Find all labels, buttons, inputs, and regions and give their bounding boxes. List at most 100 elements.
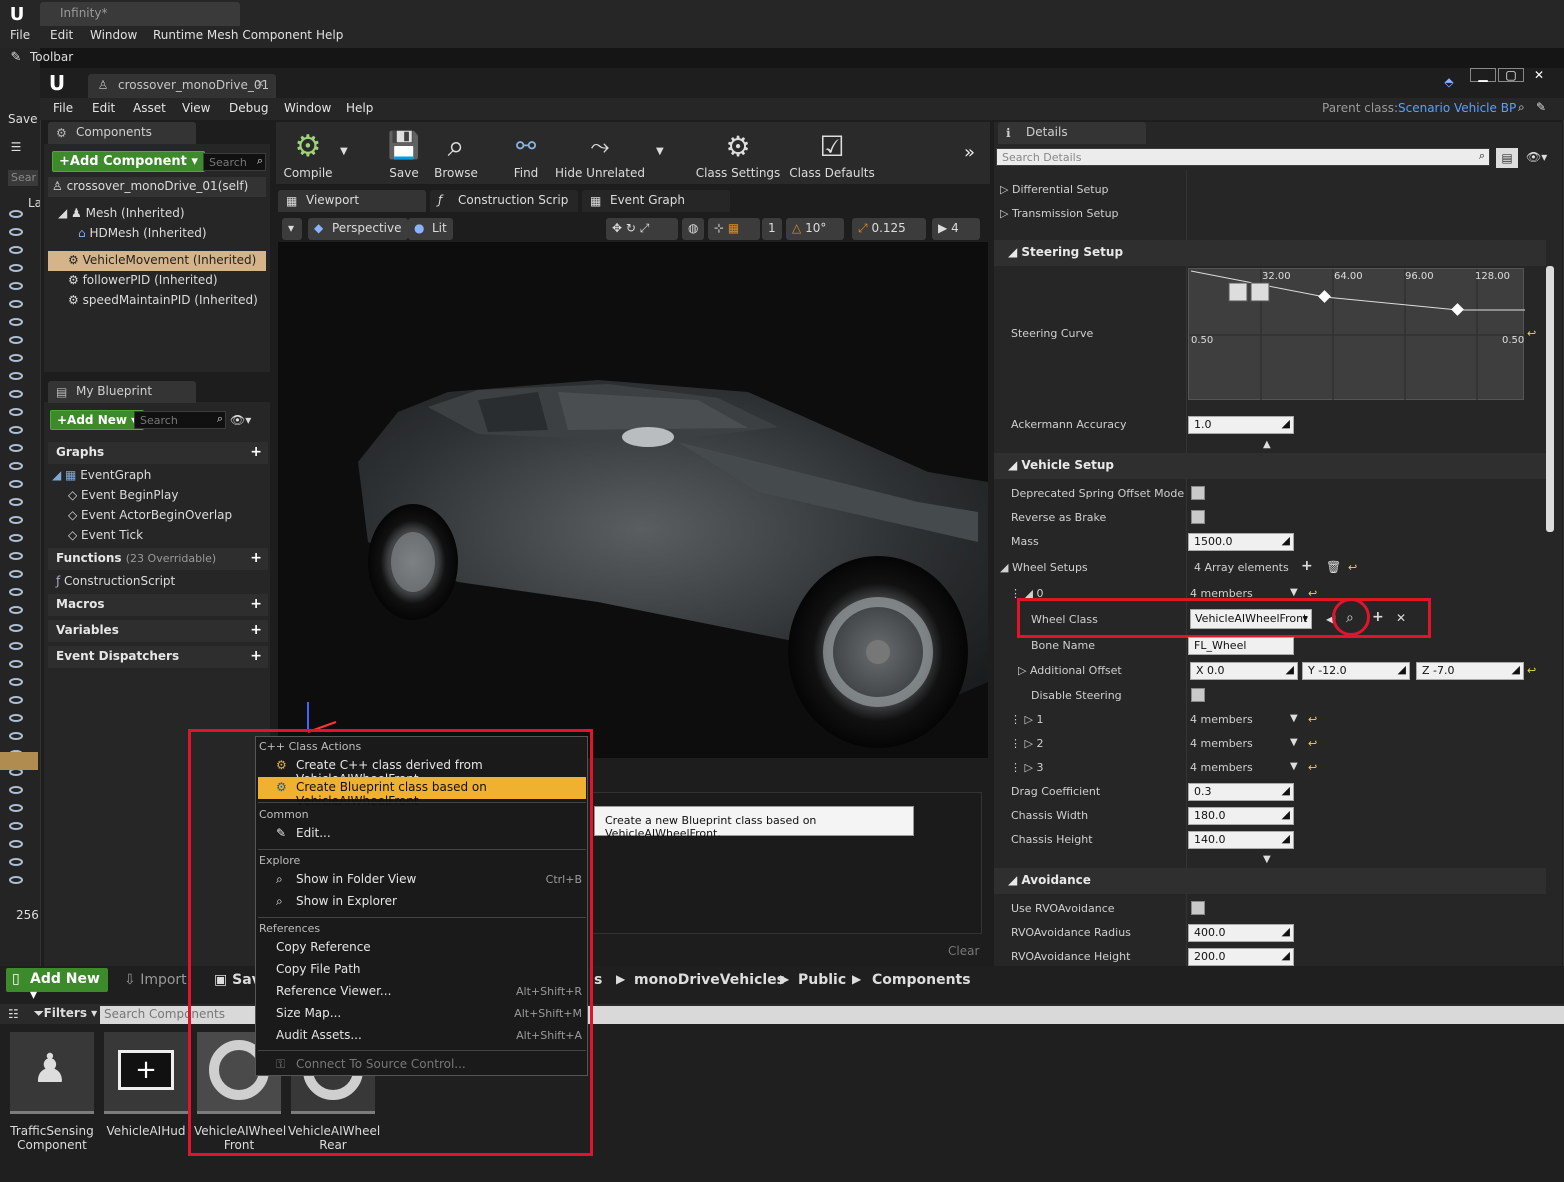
event-beginplay-item[interactable]: ◇ Event BeginPlay bbox=[68, 488, 178, 502]
component-self[interactable]: ♙ crossover_monoDrive_01(self) bbox=[52, 179, 248, 193]
collapse-up-icon[interactable]: ▲ bbox=[1263, 439, 1271, 450]
deprecated-spring-checkbox[interactable] bbox=[1191, 486, 1205, 500]
toolbar-overflow-icon[interactable]: » bbox=[964, 142, 975, 163]
parent-class-link[interactable]: Scenario Vehicle BP bbox=[1398, 101, 1516, 115]
reset-to-default-icon[interactable]: ↩ bbox=[1348, 561, 1357, 574]
add-variable-icon[interactable]: + bbox=[250, 622, 262, 638]
add-component-button[interactable]: +Add Component ▾ bbox=[52, 151, 205, 172]
component-hdmesh[interactable]: ⌂ HDMesh (Inherited) bbox=[78, 226, 207, 240]
outer-save-label[interactable]: Save bbox=[8, 112, 37, 126]
eye-dropdown-icon[interactable]: 👁▾ bbox=[230, 413, 251, 427]
rvo-height-input[interactable]: 200.0 ◢ bbox=[1188, 948, 1294, 966]
visibility-eye-icon[interactable] bbox=[9, 876, 23, 884]
transform-tools[interactable]: ✥ ↻ ⤢ bbox=[606, 218, 678, 240]
bp-menu-asset[interactable]: Asset bbox=[133, 101, 166, 115]
add-element-icon[interactable]: + bbox=[1301, 558, 1313, 574]
disable-steering-checkbox[interactable] bbox=[1191, 688, 1205, 702]
trash-icon[interactable]: 🗑 bbox=[1326, 560, 1341, 574]
macros-section[interactable]: Macros + bbox=[48, 594, 268, 616]
tab-event-graph[interactable]: ▦ Event Graph bbox=[582, 190, 730, 212]
steering-setup-section[interactable]: ◢ Steering Setup bbox=[994, 240, 1546, 266]
tab-construction-script[interactable]: ƒ Construction Scrip bbox=[430, 190, 578, 212]
hide-unrelated-button[interactable]: ⤳ Hide Unrelated bbox=[552, 124, 648, 182]
camera-speed-button[interactable]: ▶ 4 bbox=[932, 218, 980, 240]
visibility-eye-icon[interactable] bbox=[9, 282, 23, 290]
component-mesh[interactable]: ◢ ♟ Mesh (Inherited) bbox=[58, 206, 185, 220]
details-search-input[interactable]: Search Details ⌕ bbox=[996, 148, 1490, 166]
dropdown-arrow-icon[interactable]: ▼ bbox=[1290, 737, 1298, 748]
visibility-eye-icon[interactable] bbox=[9, 300, 23, 308]
class-defaults-button[interactable]: ☑ Class Defaults bbox=[788, 124, 876, 182]
visibility-eye-icon[interactable] bbox=[9, 462, 23, 470]
mass-input[interactable]: 1500.0 ◢ bbox=[1188, 533, 1294, 551]
construction-script-item[interactable]: ƒ ConstructionScript bbox=[56, 574, 175, 588]
add-function-icon[interactable]: + bbox=[250, 550, 262, 566]
bp-menu-edit[interactable]: Edit bbox=[92, 101, 115, 115]
visibility-eye-icon[interactable] bbox=[9, 642, 23, 650]
add-graph-icon[interactable]: + bbox=[250, 444, 262, 460]
reset-to-default-icon[interactable]: ↩ bbox=[1527, 327, 1536, 340]
rotate-icon[interactable]: ↻ bbox=[626, 221, 636, 235]
visibility-eye-icon[interactable] bbox=[9, 570, 23, 578]
viewport-options-button[interactable]: ▾ bbox=[282, 218, 302, 240]
visibility-eye-icon[interactable] bbox=[9, 822, 23, 830]
add-dispatcher-icon[interactable]: + bbox=[250, 648, 262, 664]
reset-to-default-icon[interactable]: ↩ bbox=[1527, 664, 1536, 677]
visibility-eye-icon[interactable] bbox=[9, 516, 23, 524]
functions-section[interactable]: Functions (23 Overridable) + bbox=[48, 548, 268, 570]
visibility-eye-icon[interactable] bbox=[9, 606, 23, 614]
dispatchers-section[interactable]: Event Dispatchers + bbox=[48, 646, 268, 668]
visibility-eye-icon[interactable] bbox=[9, 840, 23, 848]
drag-coefficient-input[interactable]: 0.3 ◢ bbox=[1188, 783, 1294, 801]
visibility-eye-icon[interactable] bbox=[9, 264, 23, 272]
chassis-height-input[interactable]: 140.0 ◢ bbox=[1188, 831, 1294, 849]
visibility-eye-icon[interactable] bbox=[9, 534, 23, 542]
visibility-eye-icon[interactable] bbox=[9, 858, 23, 866]
visibility-eye-icon[interactable] bbox=[9, 786, 23, 794]
grid-snap-value[interactable]: 1 bbox=[762, 218, 782, 240]
component-vehicle-movement[interactable]: ⚙ VehicleMovement (Inherited) bbox=[68, 253, 256, 267]
visibility-eye-icon[interactable] bbox=[9, 696, 23, 704]
tab-viewport[interactable]: ▦ Viewport bbox=[278, 190, 426, 212]
compile-button[interactable]: ⚙ Compile bbox=[268, 124, 348, 182]
close-tab-icon[interactable]: ✕ bbox=[256, 79, 264, 90]
visibility-eye-icon[interactable] bbox=[9, 246, 23, 254]
visibility-eye-icon[interactable] bbox=[9, 336, 23, 344]
bp-menu-window[interactable]: Window bbox=[284, 101, 331, 115]
outer-menu-file[interactable]: File bbox=[10, 28, 30, 42]
cb-add-new-button[interactable]: ▯ Add New ▾ bbox=[6, 968, 108, 1003]
lit-button[interactable]: ● Lit bbox=[408, 218, 453, 240]
bp-asset-tab[interactable]: ♙ crossover_monoDrive_01 ✕ bbox=[88, 74, 276, 98]
wheel-setup-3-row[interactable]: ⋮ ▷ 3 bbox=[1010, 761, 1043, 774]
reset-to-default-icon[interactable]: ↩ bbox=[1308, 713, 1317, 726]
component-speed-pid[interactable]: ⚙ speedMaintainPID (Inherited) bbox=[68, 293, 258, 307]
component-follower-pid[interactable]: ⚙ followerPID (Inherited) bbox=[68, 273, 218, 287]
reset-to-default-icon[interactable]: ↩ bbox=[1308, 737, 1317, 750]
sources-toggle-icon[interactable]: ☷ bbox=[8, 1007, 19, 1021]
visibility-eye-icon[interactable] bbox=[9, 480, 23, 488]
details-tab[interactable]: ℹ Details bbox=[998, 122, 1146, 144]
search-icon[interactable]: ⌕ bbox=[1518, 100, 1525, 115]
eye-dropdown-icon[interactable]: 👁▾ bbox=[1526, 150, 1547, 164]
source-control-icon[interactable]: ⬘ bbox=[1440, 74, 1458, 90]
graphs-section[interactable]: Graphs + bbox=[48, 442, 268, 464]
visibility-eye-icon[interactable] bbox=[9, 318, 23, 326]
event-actor-overlap-item[interactable]: ◇ Event ActorBeginOverlap bbox=[68, 508, 232, 522]
reverse-as-brake-checkbox[interactable] bbox=[1191, 510, 1205, 524]
rotation-snap-button[interactable]: △ 10° bbox=[786, 218, 844, 240]
cb-path-components[interactable]: Components bbox=[872, 972, 971, 988]
outer-menu-help[interactable]: Help bbox=[316, 28, 343, 42]
variables-section[interactable]: Variables + bbox=[48, 620, 268, 642]
event-graph-item[interactable]: ◢ ▦ EventGraph bbox=[52, 468, 151, 482]
vehicle-setup-section[interactable]: ◢ Vehicle Setup bbox=[994, 453, 1546, 479]
offset-y-input[interactable]: Y -12.0 ◢ bbox=[1302, 662, 1410, 680]
visibility-eye-icon[interactable] bbox=[9, 552, 23, 560]
my-blueprint-tab[interactable]: ▤ My Blueprint bbox=[48, 381, 196, 403]
visibility-eye-icon[interactable] bbox=[9, 624, 23, 632]
offset-z-input[interactable]: Z -7.0 ◢ bbox=[1416, 662, 1524, 680]
asset-thumb-vehicle-ai-hud[interactable]: + bbox=[104, 1032, 188, 1114]
my-blueprint-search-input[interactable]: Search ⌕ bbox=[134, 411, 226, 429]
dropdown-arrow-icon[interactable]: ▼ bbox=[1290, 587, 1298, 598]
bone-name-input[interactable]: FL_Wheel bbox=[1188, 637, 1294, 655]
wheel-setup-1-row[interactable]: ⋮ ▷ 1 bbox=[1010, 713, 1043, 726]
